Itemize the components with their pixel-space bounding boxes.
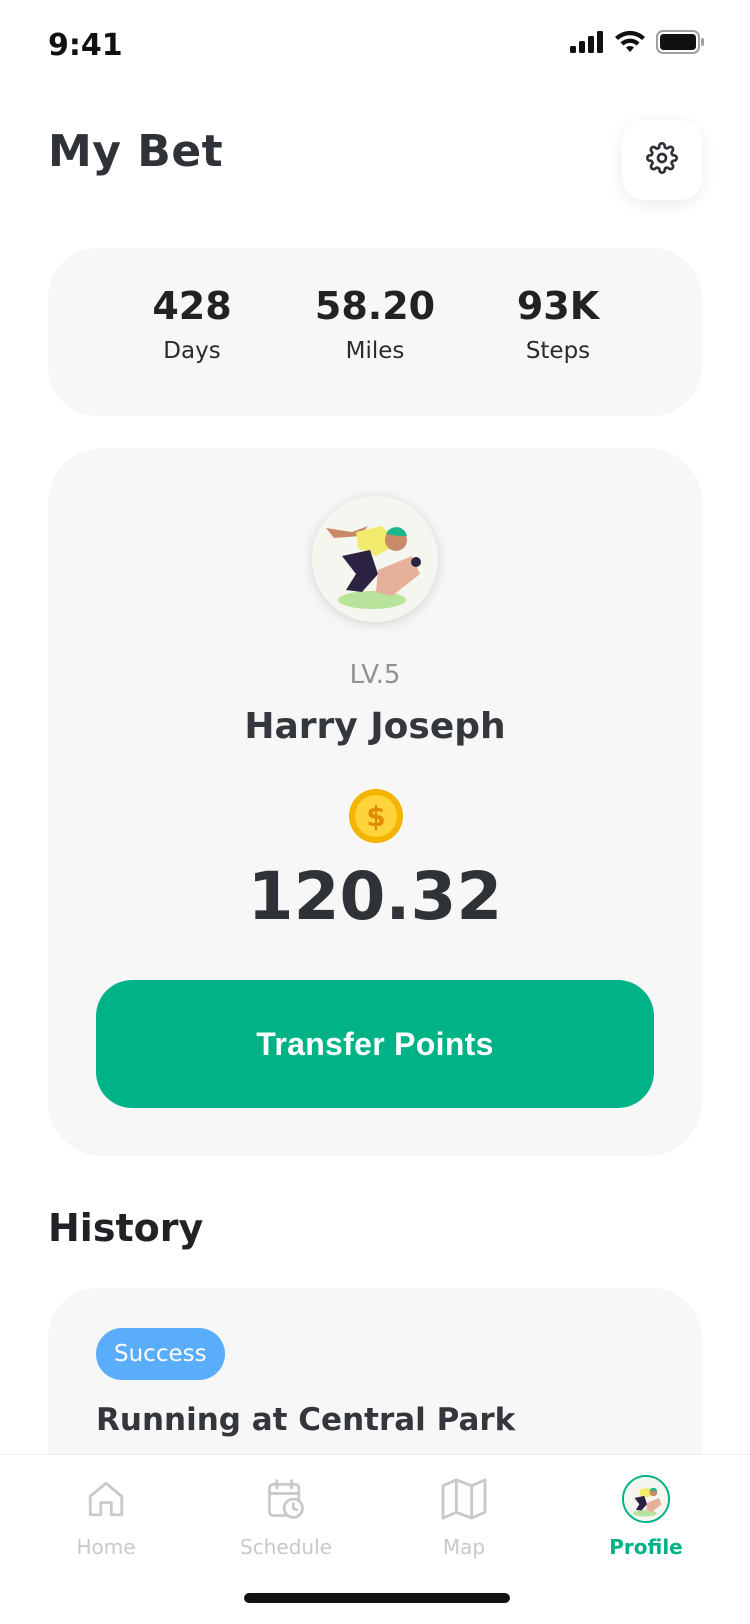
nav-label: Home (76, 1535, 136, 1559)
nav-item-profile[interactable]: Profile (566, 1473, 726, 1559)
user-name: Harry Joseph (244, 706, 506, 747)
status-bar: 9:41 (0, 0, 750, 92)
wifi-icon (614, 30, 646, 58)
signal-icon (570, 31, 604, 57)
points-balance: 120.32 (247, 858, 503, 935)
stat-steps: 93K Steps (468, 284, 648, 364)
nav-label: Map (442, 1535, 486, 1559)
stat-label: Miles (345, 337, 405, 364)
gear-icon (646, 142, 678, 178)
stat-value: 428 (152, 284, 232, 328)
page-title: My Bet (48, 126, 224, 177)
stat-days: 428 Days (102, 284, 282, 364)
stat-value: 58.20 (314, 284, 436, 328)
home-icon (26, 1473, 186, 1525)
my-bet-screen: 9:41 My Bet 428 Days 58.20 Miles 93K Ste… (0, 0, 750, 1624)
profile-card: LV.5 Harry Joseph $ 120.32 Transfer Poin… (48, 448, 702, 1156)
map-icon (384, 1473, 544, 1525)
battery-icon (656, 30, 704, 58)
avatar-icon (622, 1475, 670, 1523)
bottom-nav: Home Schedule Map Profile (0, 1454, 750, 1624)
stat-value: 93K (516, 284, 600, 328)
calendar-clock-icon (206, 1473, 366, 1525)
nav-item-schedule[interactable]: Schedule (206, 1473, 366, 1559)
stats-card: 428 Days 58.20 Miles 93K Steps (48, 248, 702, 416)
nav-avatar-wrap (566, 1473, 726, 1525)
status-icons (570, 30, 704, 58)
status-time: 9:41 (48, 28, 123, 63)
nav-label: Profile (609, 1535, 683, 1559)
history-title: History (48, 1206, 204, 1250)
avatar[interactable] (312, 496, 438, 622)
nav-label: Schedule (240, 1535, 332, 1559)
dollar-coin-icon: $ (348, 788, 404, 844)
status-badge: Success (96, 1328, 225, 1380)
stat-miles: 58.20 Miles (285, 284, 465, 364)
svg-text:$: $ (366, 800, 385, 833)
stat-label: Steps (525, 337, 591, 364)
stat-label: Days (163, 337, 221, 364)
runner-illustration (312, 496, 438, 622)
nav-item-map[interactable]: Map (384, 1473, 544, 1559)
settings-button[interactable] (622, 120, 702, 200)
transfer-points-button[interactable]: Transfer Points (96, 980, 654, 1108)
nav-item-home[interactable]: Home (26, 1473, 186, 1559)
history-item-title: Running at Central Park (96, 1402, 516, 1438)
user-level: LV.5 (349, 660, 401, 690)
home-indicator[interactable] (244, 1593, 510, 1603)
